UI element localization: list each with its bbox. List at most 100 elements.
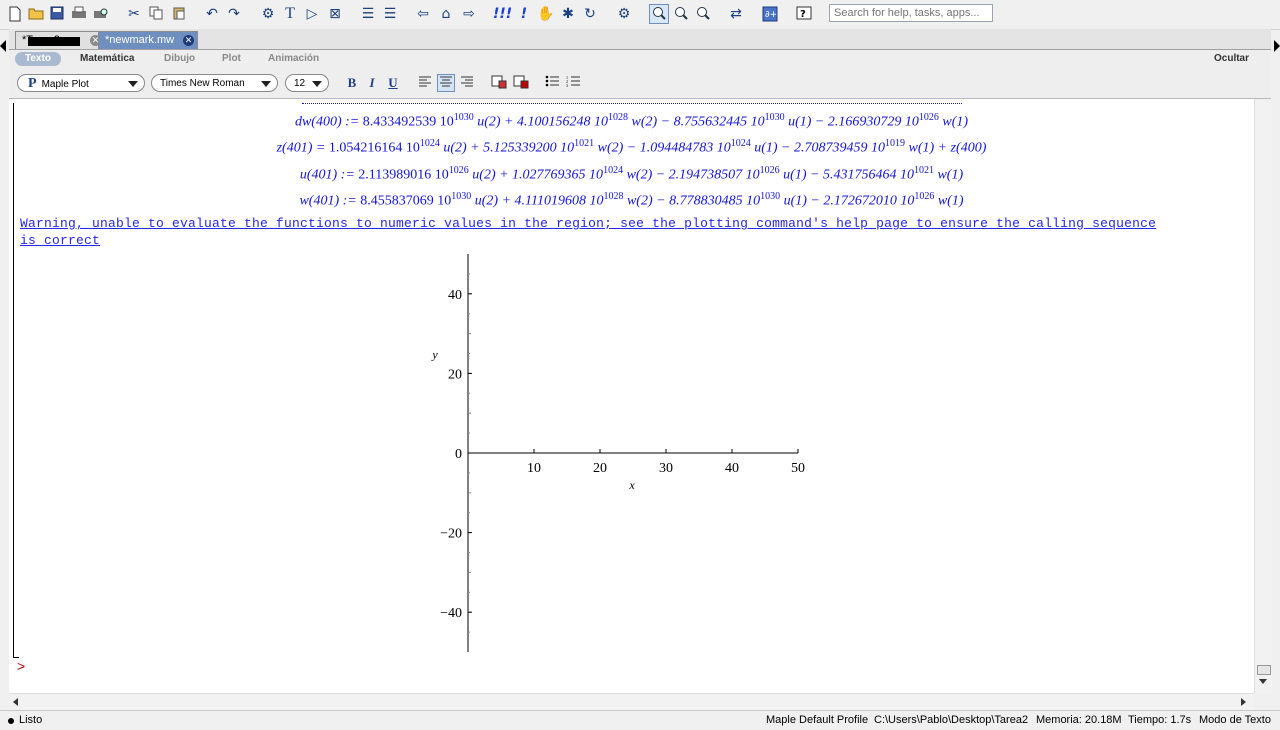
new-document-icon[interactable] bbox=[6, 5, 24, 23]
scroll-right-icon[interactable] bbox=[1241, 698, 1246, 706]
path-label: C:\Users\Pablo\Desktop\Tarea2 bbox=[874, 714, 1029, 726]
open-folder-icon[interactable] bbox=[27, 5, 45, 23]
tab-scroll-right-icon[interactable] bbox=[1274, 40, 1280, 52]
tab-dibujo[interactable]: Dibujo bbox=[164, 52, 195, 66]
scroll-left-icon[interactable] bbox=[13, 698, 18, 706]
svg-text:3: 3 bbox=[566, 83, 568, 87]
output-line: z(401) = 1.054216164 101024 u(2) + 5.125… bbox=[276, 138, 987, 156]
debug-icon[interactable]: ✱ bbox=[559, 5, 577, 23]
paste-icon[interactable] bbox=[170, 5, 188, 23]
cut-off-line bbox=[9, 99, 1254, 109]
home-icon[interactable]: ⌂ bbox=[437, 5, 455, 23]
context-bar: Texto Matemática Dibujo Plot Animación O… bbox=[9, 50, 1271, 99]
sum-icon[interactable]: ⊠ bbox=[326, 5, 344, 23]
tab-tarea2[interactable]: *Tarea2.mw ✕ bbox=[15, 31, 105, 49]
execute-all-icon[interactable]: !!! bbox=[493, 5, 512, 23]
tab-matematica[interactable]: Matemática bbox=[80, 52, 134, 66]
tab-texto[interactable]: Texto bbox=[15, 52, 61, 66]
line-lhs: w(401) := bbox=[299, 193, 357, 209]
undo-icon[interactable]: ↶ bbox=[203, 5, 221, 23]
restart-icon[interactable]: ↻ bbox=[581, 5, 599, 23]
cut-icon[interactable]: ✂ bbox=[125, 5, 143, 23]
input-prompt[interactable]: > bbox=[17, 658, 25, 674]
worksheet[interactable]: dw(400) := 8.433492539 101030 u(2) + 4.1… bbox=[9, 99, 1254, 693]
settings-gear-icon[interactable]: ⚙ bbox=[615, 5, 633, 23]
x-tick-label: 40 bbox=[725, 461, 739, 476]
save-icon[interactable] bbox=[48, 5, 66, 23]
search-input[interactable] bbox=[829, 4, 993, 22]
y-tick-label: 20 bbox=[448, 367, 462, 382]
svg-text:∂+: ∂+ bbox=[765, 10, 777, 20]
zoom-200-icon[interactable] bbox=[694, 5, 712, 23]
vertical-scrollbar[interactable] bbox=[1254, 99, 1272, 693]
execute-icon[interactable]: ! bbox=[515, 5, 533, 23]
hide-button[interactable]: Ocultar bbox=[1214, 52, 1249, 66]
palette-icon[interactable]: ∂+ bbox=[761, 5, 779, 23]
align-left-icon[interactable] bbox=[417, 75, 433, 91]
font-select-value: Times New Roman bbox=[160, 78, 245, 89]
y-axis-label: y bbox=[431, 348, 438, 362]
redo-icon[interactable]: ↷ bbox=[225, 5, 243, 23]
status-dot-icon bbox=[8, 718, 14, 724]
copy-icon[interactable] bbox=[147, 5, 165, 23]
indent-icon[interactable]: ☰ bbox=[359, 5, 377, 23]
underline-icon[interactable]: U bbox=[385, 75, 401, 91]
size-select-value: 12 bbox=[294, 78, 306, 89]
back-arrow-icon[interactable]: ⇦ bbox=[414, 5, 432, 23]
outdent-icon[interactable]: ☰ bbox=[381, 5, 399, 23]
status-text: Listo bbox=[19, 714, 43, 726]
scroll-thumb[interactable] bbox=[1257, 665, 1271, 675]
swap-icon[interactable]: ⇄ bbox=[727, 5, 745, 23]
svg-text:?: ? bbox=[800, 9, 806, 20]
tab-plot[interactable]: Plot bbox=[222, 52, 241, 66]
size-select[interactable]: 12 bbox=[285, 74, 329, 92]
align-right-icon[interactable] bbox=[459, 75, 475, 91]
output-line: w(401) := 8.455837069 101030 u(2) + 4.11… bbox=[299, 191, 964, 209]
status-bar: Listo Maple Default Profile C:\Users\Pab… bbox=[0, 710, 1280, 730]
print-icon[interactable] bbox=[70, 5, 88, 23]
horizontal-scrollbar[interactable] bbox=[9, 693, 1254, 710]
profile-label: Maple Default Profile bbox=[766, 714, 869, 726]
bullet-list-icon[interactable] bbox=[544, 75, 560, 91]
mode-label: Modo de Texto bbox=[1199, 714, 1271, 726]
p-style-icon: P bbox=[28, 76, 37, 91]
style-select-value: Maple Plot bbox=[41, 79, 89, 90]
align-center-icon[interactable] bbox=[437, 74, 455, 92]
math-prompt-icon[interactable]: ▷ bbox=[303, 5, 321, 23]
output-line: u(401) := 2.113989016 101026 u(2) + 1.02… bbox=[299, 165, 964, 183]
close-icon[interactable]: ✕ bbox=[183, 35, 194, 46]
numbered-list-icon[interactable]: 123 bbox=[565, 75, 581, 91]
output-line: dw(400) := 8.433492539 101030 u(2) + 4.1… bbox=[294, 112, 969, 130]
print-preview-icon[interactable] bbox=[92, 5, 110, 23]
scroll-down-icon[interactable] bbox=[1259, 679, 1267, 684]
style-select[interactable]: P Maple Plot bbox=[17, 74, 145, 92]
line-lhs: dw(400) := bbox=[294, 114, 360, 130]
font-select[interactable]: Times New Roman bbox=[151, 74, 278, 92]
x-axis-label: x bbox=[628, 478, 635, 492]
tab-newmark[interactable]: *newmark.mw ✕ bbox=[98, 31, 198, 49]
y-tick-label: 40 bbox=[448, 288, 462, 303]
forward-arrow-icon[interactable]: ⇨ bbox=[460, 5, 478, 23]
stop-hand-icon[interactable]: ✋ bbox=[537, 5, 555, 23]
x-tick-label: 30 bbox=[659, 461, 673, 476]
warning-message[interactable]: Warning, unable to evaluate the function… bbox=[20, 215, 1170, 249]
execute-group-icon[interactable]: ⚙ bbox=[259, 5, 277, 23]
highlight-icon[interactable] bbox=[513, 75, 529, 91]
zoom-150-icon[interactable] bbox=[672, 5, 690, 23]
text-frame-icon[interactable] bbox=[491, 75, 507, 91]
italic-icon[interactable]: I bbox=[364, 75, 380, 91]
help-icon[interactable]: ? bbox=[795, 5, 813, 23]
chevron-down-icon bbox=[312, 81, 322, 87]
plot-area[interactable]: 10 20 30 40 50 −40 −20 0 20 40 x y bbox=[409, 249, 829, 669]
tab-animacion[interactable]: Animación bbox=[268, 52, 319, 66]
memory-label: Memoria: 20.18M bbox=[1036, 714, 1122, 726]
bold-icon[interactable]: B bbox=[344, 75, 360, 91]
x-tick-label: 10 bbox=[527, 461, 541, 476]
text-mode-icon[interactable]: T bbox=[281, 5, 299, 23]
zoom-100-icon[interactable] bbox=[649, 4, 669, 24]
x-tick-label: 20 bbox=[593, 461, 607, 476]
tab-scroll-left-icon[interactable] bbox=[0, 40, 6, 52]
redacted-mark bbox=[28, 37, 80, 46]
main-toolbar: ✂ ↶ ↷ ⚙ T ▷ ⊠ ☰ ☰ ⇦ ⌂ ⇨ !!! ! ✋ ✱ ↻ ⚙ ⇄ … bbox=[0, 0, 1280, 30]
chevron-down-icon bbox=[261, 81, 271, 87]
